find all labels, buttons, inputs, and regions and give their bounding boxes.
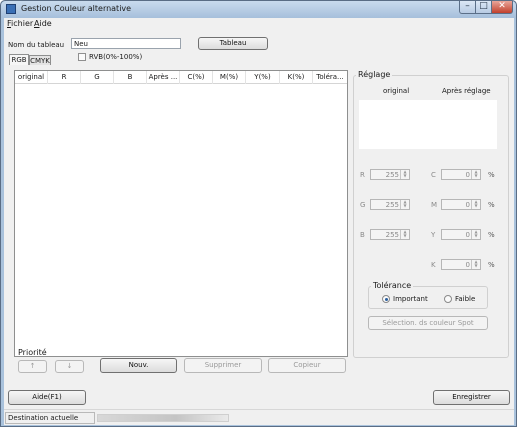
c-stepper[interactable]: 0 ▲ ▼ — [441, 169, 481, 180]
chevron-down-icon: ▼ — [403, 233, 407, 238]
window-title: Gestion Couleur alternative — [21, 4, 132, 13]
y-unit: % — [488, 231, 495, 239]
g-stepper-buttons[interactable]: ▲ ▼ — [400, 200, 409, 209]
column-header-m[interactable]: M(%) — [213, 71, 246, 84]
tolerance-title: Tolérance — [371, 281, 414, 290]
m-value: 0 — [465, 201, 470, 209]
client-area: Fichier Aide Nom du tableau Neu Tableau … — [4, 18, 514, 425]
k-unit: % — [488, 261, 495, 269]
color-table-header: original R G B Après ... C(%) M(%) Y(%) … — [15, 71, 347, 84]
tab-cmyk[interactable]: CMYK — [29, 55, 51, 65]
chevron-down-icon: ▼ — [403, 173, 407, 178]
chevron-down-icon: ▼ — [474, 203, 478, 208]
minimize-icon: – — [465, 1, 470, 11]
maximize-icon: □ — [479, 1, 488, 11]
r-value: 255 — [385, 171, 399, 179]
c-stepper-buttons[interactable]: ▲ ▼ — [471, 170, 480, 179]
tolerance-faible-label: Faible — [455, 295, 476, 303]
column-header-c[interactable]: C(%) — [180, 71, 213, 84]
column-header-y[interactable]: Y(%) — [246, 71, 280, 84]
save-button[interactable]: Enregistrer — [433, 390, 510, 405]
menu-fichier-label: ichier — [11, 19, 34, 28]
c-label: C — [431, 171, 436, 179]
tab-rgb[interactable]: RGB — [9, 54, 29, 65]
column-header-after[interactable]: Après ... — [147, 71, 180, 84]
reglage-col-original: original — [383, 87, 410, 95]
tolerance-important-label: Important — [393, 295, 428, 303]
column-header-tolerance[interactable]: Toléra... — [313, 71, 347, 84]
title-bar[interactable]: Gestion Couleur alternative – □ ✕ — [1, 1, 516, 18]
r-label: R — [360, 171, 365, 179]
chevron-down-icon: ▼ — [474, 233, 478, 238]
priority-up-button[interactable]: ↑ — [18, 360, 47, 373]
table-name-label: Nom du tableau — [8, 41, 65, 49]
b-label: B — [360, 231, 365, 239]
m-stepper-buttons[interactable]: ▲ ▼ — [471, 200, 480, 209]
copy-button[interactable]: Copieur — [268, 358, 346, 373]
close-icon: ✕ — [498, 1, 506, 11]
reglage-col-after: Après réglage — [442, 87, 491, 95]
close-button[interactable]: ✕ — [491, 1, 513, 14]
menu-aide-label: ide — [39, 19, 52, 28]
b-stepper[interactable]: 255 ▲ ▼ — [370, 229, 410, 240]
y-stepper[interactable]: 0 ▲ ▼ — [441, 229, 481, 240]
c-unit: % — [488, 171, 495, 179]
menu-aide[interactable]: Aide — [34, 19, 52, 28]
rvb-checkbox-label: RVB(0%-100%) — [89, 53, 143, 61]
reglage-title: Réglage — [356, 70, 393, 79]
k-stepper-buttons[interactable]: ▲ ▼ — [471, 260, 480, 269]
table-name-input[interactable]: Neu — [71, 38, 181, 49]
menu-bar: Fichier Aide — [4, 18, 514, 30]
column-header-g[interactable]: G — [81, 71, 114, 84]
priority-down-button[interactable]: ↓ — [55, 360, 84, 373]
g-label: G — [360, 201, 366, 209]
chevron-down-icon: ▼ — [474, 263, 478, 268]
tolerance-faible-radio[interactable] — [444, 295, 452, 303]
menu-fichier[interactable]: Fichier — [7, 19, 33, 28]
maximize-button[interactable]: □ — [475, 1, 492, 14]
minimize-button[interactable]: – — [459, 1, 476, 14]
app-icon — [6, 4, 16, 14]
column-header-original[interactable]: original — [15, 71, 48, 84]
column-header-r[interactable]: R — [48, 71, 81, 84]
m-stepper[interactable]: 0 ▲ ▼ — [441, 199, 481, 210]
r-stepper[interactable]: 255 ▲ ▼ — [370, 169, 410, 180]
table-button[interactable]: Tableau — [198, 37, 268, 50]
g-stepper[interactable]: 255 ▲ ▼ — [370, 199, 410, 210]
chevron-down-icon: ▼ — [474, 173, 478, 178]
priority-label: Priorité — [18, 348, 47, 357]
y-value: 0 — [465, 231, 470, 239]
k-label: K — [431, 261, 436, 269]
chevron-down-icon: ▼ — [403, 203, 407, 208]
color-preview-area — [359, 100, 497, 149]
arrow-down-icon: ↓ — [66, 362, 73, 370]
color-table[interactable]: original R G B Après ... C(%) M(%) Y(%) … — [14, 70, 348, 357]
m-label: M — [431, 201, 438, 209]
m-unit: % — [488, 201, 495, 209]
delete-button[interactable]: Supprimer — [184, 358, 262, 373]
k-stepper[interactable]: 0 ▲ ▼ — [441, 259, 481, 270]
help-button[interactable]: Aide(F1) — [8, 390, 86, 405]
b-value: 255 — [385, 231, 399, 239]
spot-color-button[interactable]: Sélection. ds couleur Spot — [368, 316, 488, 330]
new-button[interactable]: Nouv. — [100, 358, 177, 373]
y-stepper-buttons[interactable]: ▲ ▼ — [471, 230, 480, 239]
g-value: 255 — [385, 201, 399, 209]
rvb-checkbox[interactable] — [78, 53, 86, 61]
c-value: 0 — [465, 171, 470, 179]
status-bar: Destination actuelle — [4, 409, 514, 425]
main-window: Gestion Couleur alternative – □ ✕ Fichie… — [0, 0, 517, 427]
progress-bar — [97, 414, 229, 422]
y-label: Y — [431, 231, 436, 239]
r-stepper-buttons[interactable]: ▲ ▼ — [400, 170, 409, 179]
b-stepper-buttons[interactable]: ▲ ▼ — [400, 230, 409, 239]
k-value: 0 — [465, 261, 470, 269]
column-header-k[interactable]: K(%) — [280, 71, 313, 84]
tolerance-important-radio[interactable] — [382, 295, 390, 303]
arrow-up-icon: ↑ — [29, 362, 36, 370]
status-text: Destination actuelle — [5, 412, 95, 424]
column-header-b[interactable]: B — [114, 71, 147, 84]
